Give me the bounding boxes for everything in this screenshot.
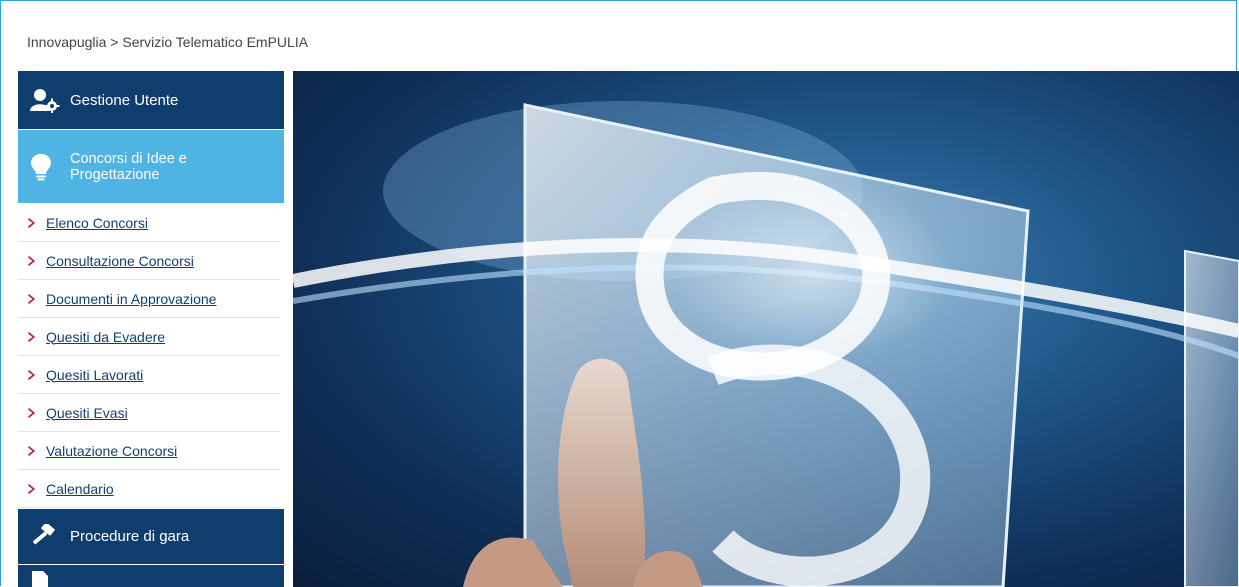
chevron-right-icon [28,446,38,456]
sidebar: Gestione Utente Concorsi di Idee e Proge… [18,71,284,587]
menu-link[interactable]: Documenti in Approvazione [46,291,216,307]
sidebar-section-label: Procedure di gara [70,528,189,545]
menu-link[interactable]: Consultazione Concorsi [46,253,194,269]
hero-image [293,71,1239,587]
menu-link[interactable]: Quesiti da Evadere [46,329,165,345]
gavel-icon [30,524,70,550]
chevron-right-icon [28,484,38,494]
menu-item-documenti-in-approvazione[interactable]: Documenti in Approvazione [18,280,280,318]
chevron-right-icon [28,370,38,380]
chevron-right-icon [28,332,38,342]
menu-item-calendario[interactable]: Calendario [18,470,280,508]
concorsi-menu: Elenco Concorsi Consultazione Concorsi D… [18,204,284,508]
menu-item-quesiti-lavorati[interactable]: Quesiti Lavorati [18,356,280,394]
menu-item-quesiti-evasi[interactable]: Quesiti Evasi [18,394,280,432]
menu-item-quesiti-da-evadere[interactable]: Quesiti da Evadere [18,318,280,356]
menu-link[interactable]: Valutazione Concorsi [46,443,177,459]
sidebar-section-label: Concorsi di Idee e Progettazione [70,151,187,183]
menu-link[interactable]: Calendario [46,481,114,497]
menu-link[interactable]: Quesiti Evasi [46,405,128,421]
menu-item-elenco-concorsi[interactable]: Elenco Concorsi [18,204,280,242]
sidebar-section-procedure-di-gara[interactable]: Procedure di gara [18,508,284,565]
label-line-1: Concorsi di Idee e [70,151,187,167]
sidebar-section-next[interactable] [18,565,284,587]
label-line-2: Progettazione [70,167,159,183]
sidebar-section-gestione-utente[interactable]: Gestione Utente [18,71,284,130]
chevron-right-icon [28,408,38,418]
menu-item-valutazione-concorsi[interactable]: Valutazione Concorsi [18,432,280,470]
sidebar-section-label: Gestione Utente [70,92,178,109]
menu-item-consultazione-concorsi[interactable]: Consultazione Concorsi [18,242,280,280]
chevron-right-icon [28,218,38,228]
hand-touching-glass-panels-image [293,71,1239,587]
chevron-right-icon [28,256,38,266]
menu-link[interactable]: Quesiti Lavorati [46,367,143,383]
sidebar-section-concorsi[interactable]: Concorsi di Idee e Progettazione [18,130,284,204]
page-frame: Innovapuglia > Servizio Telematico EmPUL… [0,0,1237,586]
lightbulb-icon [30,153,70,181]
menu-link[interactable]: Elenco Concorsi [46,215,148,231]
chevron-right-icon [28,294,38,304]
document-icon [30,569,70,587]
breadcrumb: Innovapuglia > Servizio Telematico EmPUL… [27,34,308,50]
user-gear-icon [30,87,70,113]
